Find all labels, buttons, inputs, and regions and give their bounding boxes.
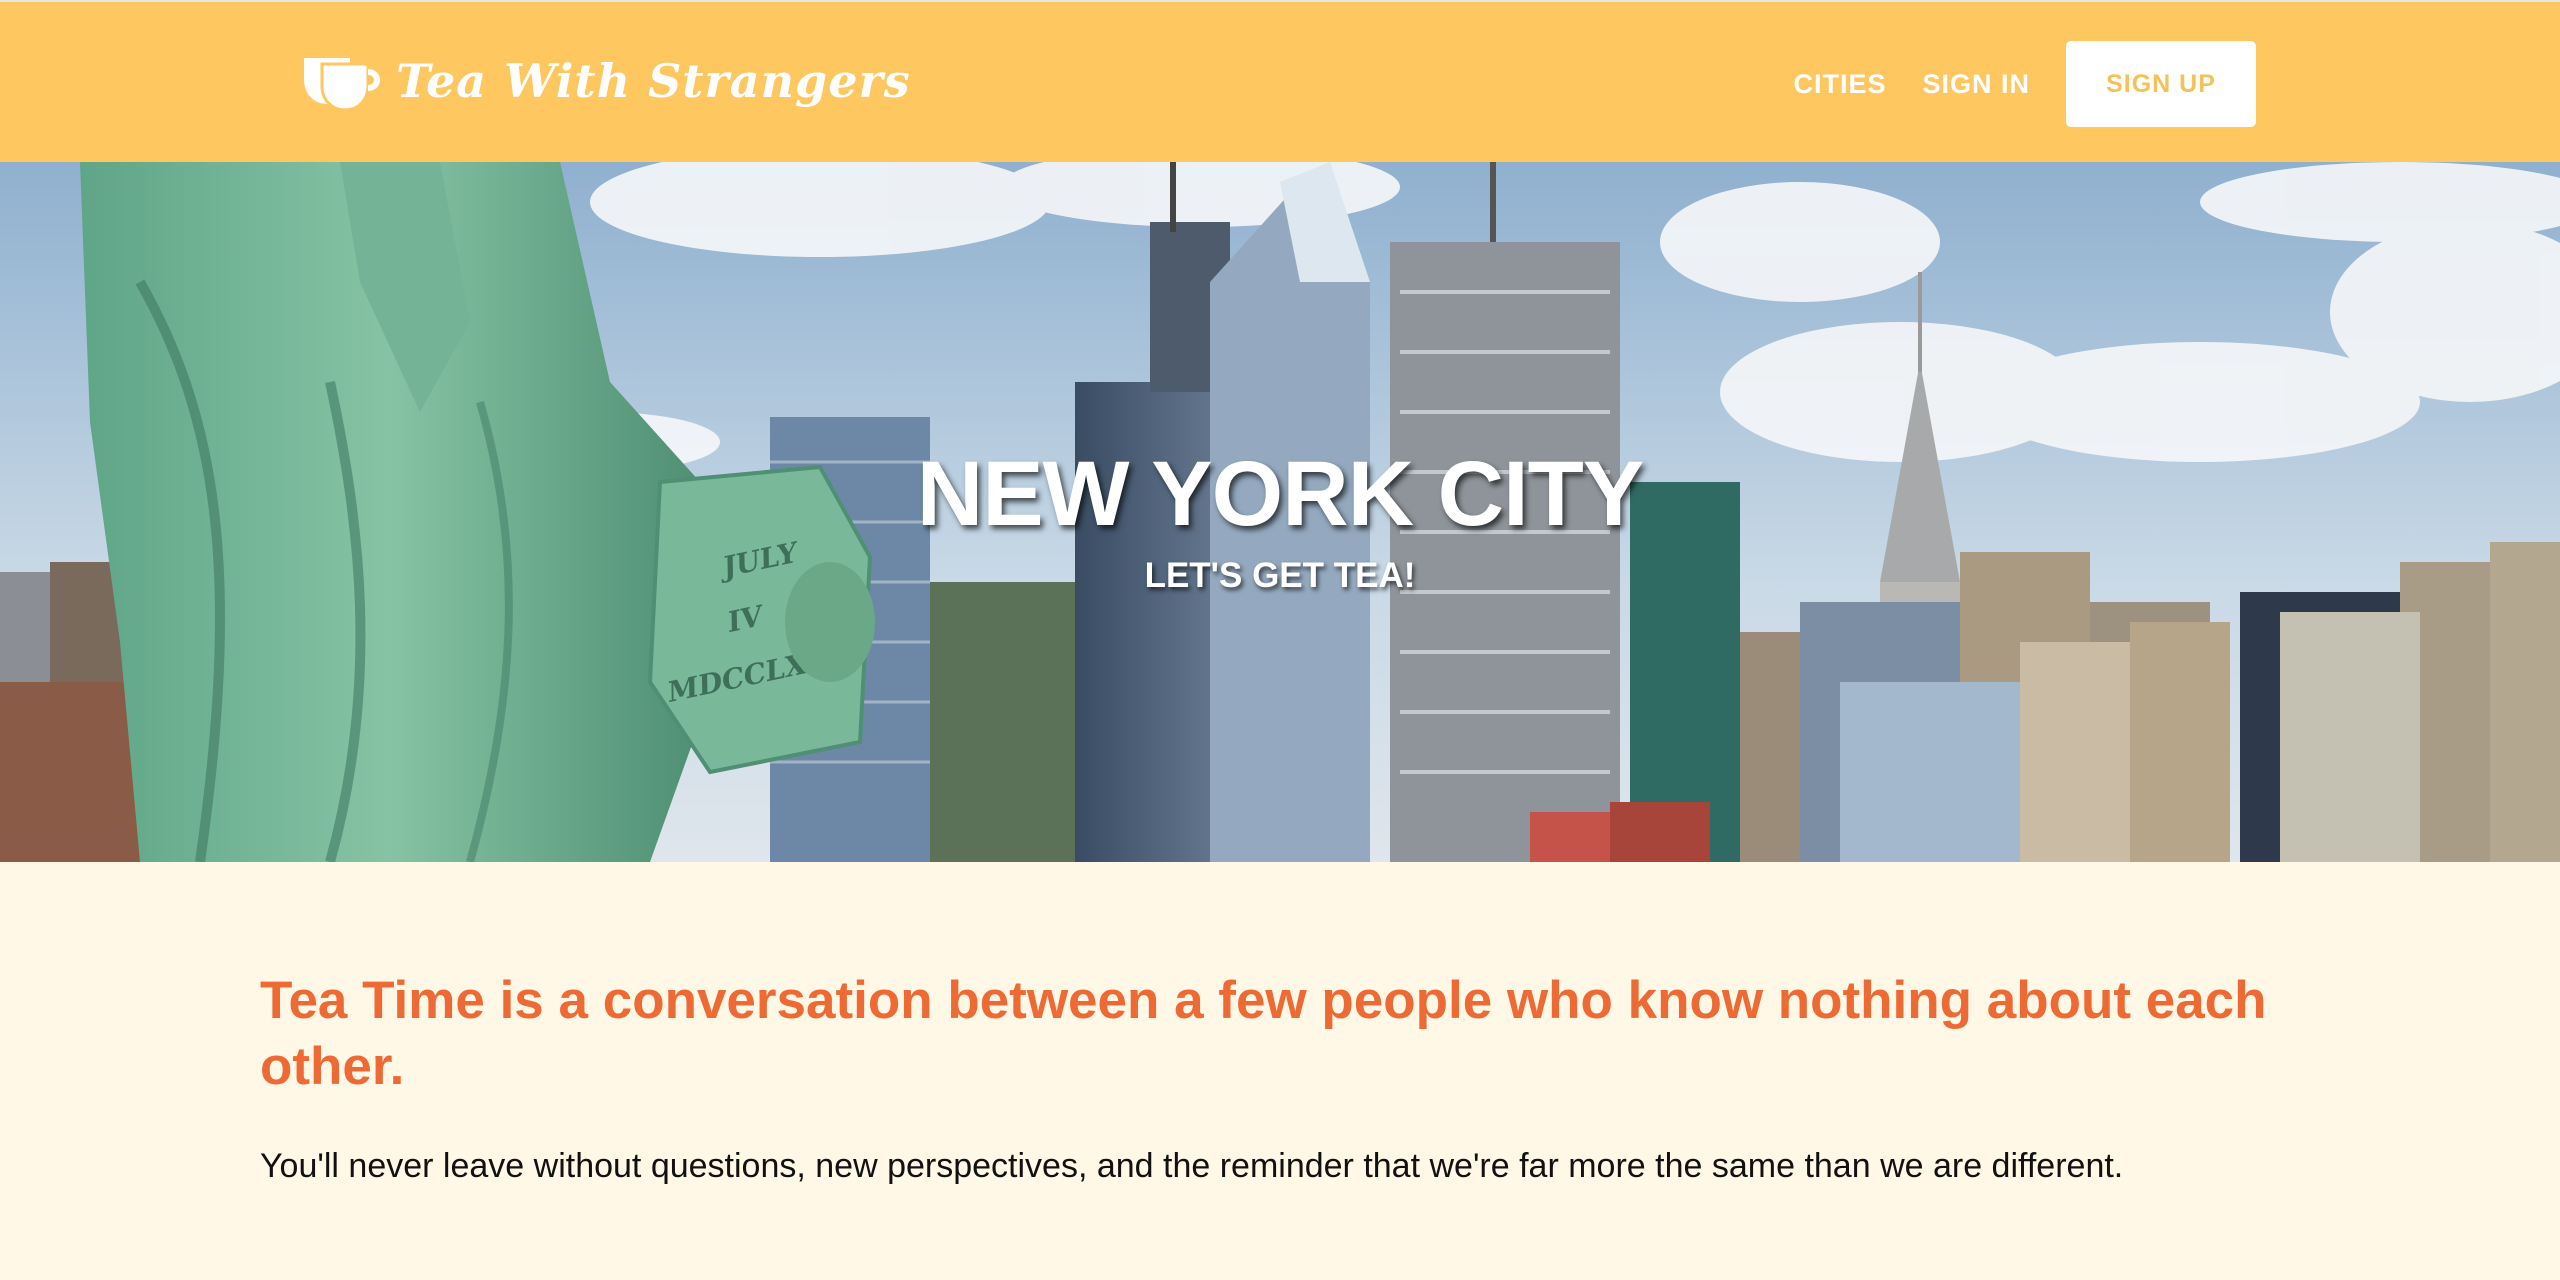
main-nav: CITIES SIGN IN SIGN UP — [1793, 40, 2256, 128]
nav-signin-link[interactable]: SIGN IN — [1922, 69, 2030, 100]
intro-body: You'll never leave without questions, ne… — [260, 1147, 2124, 1185]
city-subtitle: LET'S GET TEA! — [1144, 556, 1416, 595]
signup-button[interactable]: SIGN UP — [2066, 41, 2256, 127]
site-header: Tea With Strangers CITIES SIGN IN SIGN U… — [0, 0, 2560, 162]
hero-banner: JULY IV MDCCLXXVI NEW YORK CITY LET'S GE… — [0, 162, 2560, 862]
intro-headline: Tea Time is a conversation between a few… — [260, 971, 2267, 1096]
brand-name: Tea With Strangers — [396, 54, 911, 108]
nav-cities-link[interactable]: CITIES — [1793, 69, 1886, 100]
city-title: NEW YORK CITY — [916, 443, 1644, 545]
intro-section: Tea Time is a conversation between a few… — [0, 862, 2560, 1280]
brand-logo-link[interactable]: Tea With Strangers — [300, 46, 911, 116]
tea-cups-icon — [304, 58, 380, 112]
